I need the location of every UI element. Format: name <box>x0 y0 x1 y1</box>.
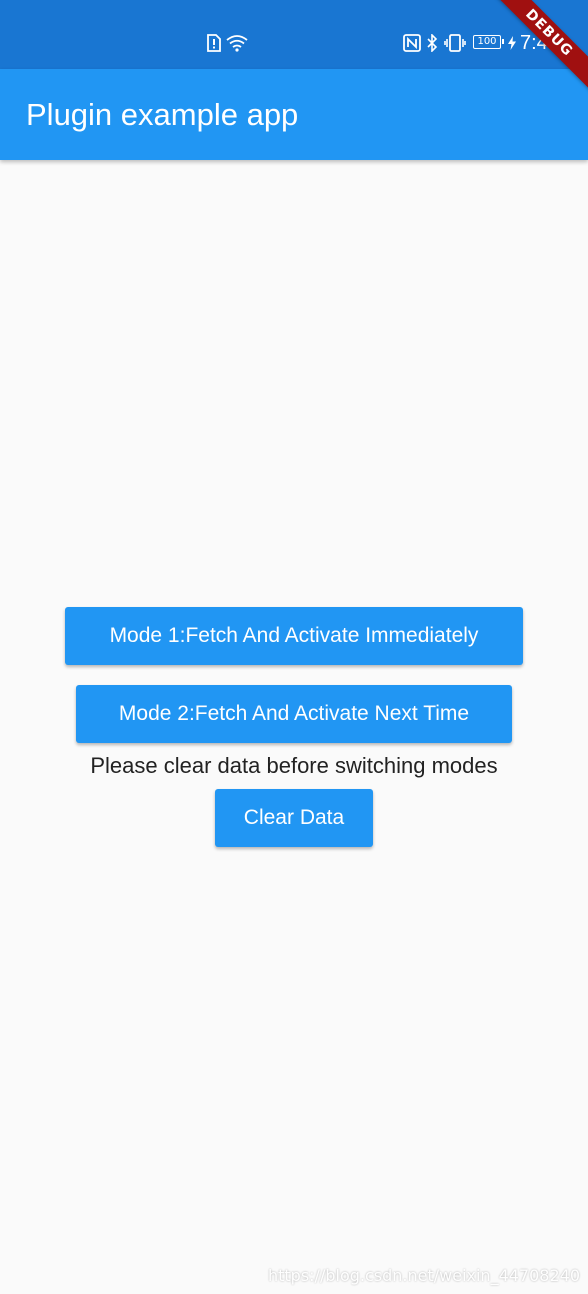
mode-2-button[interactable]: Mode 2:Fetch And Activate Next Time <box>76 685 512 743</box>
wifi-icon <box>226 33 248 53</box>
charging-icon <box>508 33 516 53</box>
page-title: Plugin example app <box>26 97 299 132</box>
battery-indicator: 100 <box>473 35 504 49</box>
switch-mode-hint: Please clear data before switching modes <box>90 753 498 778</box>
mode-1-button[interactable]: Mode 1:Fetch And Activate Immediately <box>65 607 523 665</box>
clear-data-button[interactable]: Clear Data <box>215 789 373 847</box>
status-bar: 100 7:46 <box>0 0 588 69</box>
status-time: 7:46 <box>520 32 559 54</box>
bluetooth-icon <box>426 33 438 53</box>
nfc-icon <box>403 33 421 53</box>
watermark: https://blog.csdn.net/weixin_44708240 <box>267 1266 580 1285</box>
sim-alert-icon <box>207 33 221 53</box>
app-bar: Plugin example app <box>0 69 588 160</box>
vibrate-icon <box>444 33 466 53</box>
